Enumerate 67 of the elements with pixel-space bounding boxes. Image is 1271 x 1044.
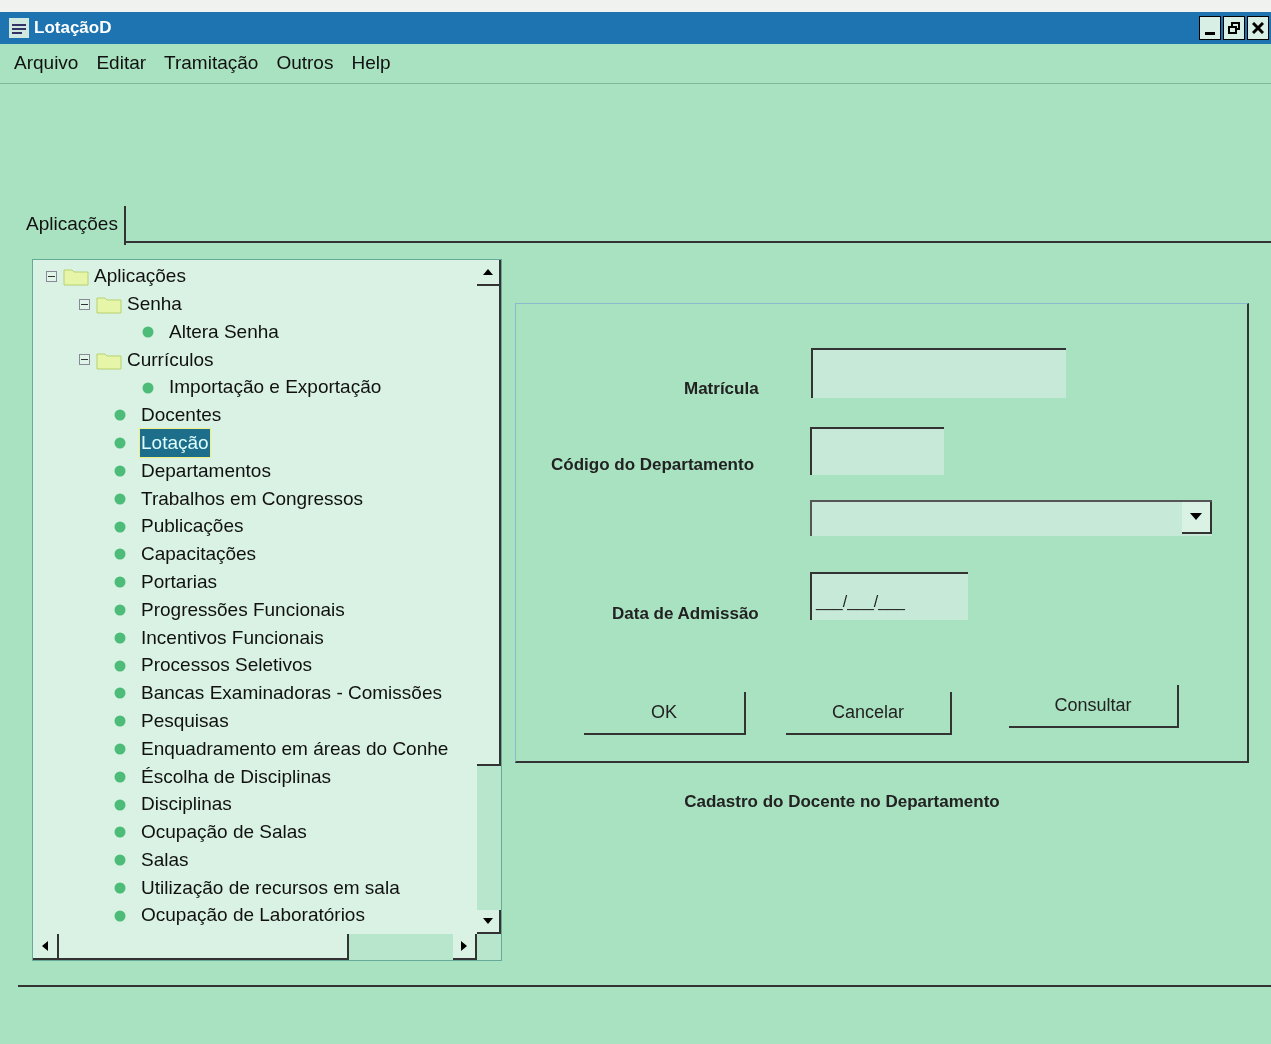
close-button[interactable]	[1247, 16, 1269, 40]
vertical-scrollbar[interactable]	[477, 259, 501, 934]
tree-item[interactable]: Portarias	[140, 567, 219, 597]
tree-item[interactable]: Publicações	[140, 512, 245, 541]
department-dropdown[interactable]	[810, 499, 1212, 536]
folder-icon	[63, 266, 89, 287]
tree-item[interactable]: Ocupação de Laboratórios	[140, 901, 366, 930]
dropdown-arrow-icon	[1190, 513, 1202, 520]
matricula-field[interactable]	[811, 347, 1066, 398]
tree-item[interactable]: Docentes	[140, 401, 223, 430]
field-label: Código do Departamento	[551, 453, 755, 476]
tree-item[interactable]: Progressões Funcionais	[140, 595, 346, 625]
scroll-thumb[interactable]	[59, 933, 349, 960]
menu-item[interactable]: Editar	[90, 49, 153, 78]
collapse-icon[interactable]	[78, 354, 90, 366]
tree-item[interactable]: Senha	[126, 289, 183, 319]
field-label: Matrícula	[684, 377, 759, 400]
right-arrow-icon	[461, 940, 467, 951]
tab[interactable]: Aplicações	[20, 206, 126, 245]
form-caption: Cadastro do Docente no Departamento	[684, 790, 1000, 813]
tree-item[interactable]: Disciplinas	[140, 790, 233, 819]
menu-item[interactable]: Tramitação	[158, 49, 265, 78]
cancel-button[interactable]: Cancelar	[786, 691, 952, 735]
tree-item[interactable]: Capacitações	[140, 540, 258, 569]
tree-item[interactable]: Importação e Exportação	[168, 373, 383, 402]
date-field[interactable]: ___/___/___	[810, 571, 968, 620]
horizontal-scrollbar[interactable]	[33, 933, 501, 960]
menu-item[interactable]: Arquivo	[8, 49, 85, 78]
tree-item[interactable]: Incentivos Funcionais	[140, 623, 325, 652]
tree-item[interactable]: Pesquisas	[140, 706, 230, 736]
scroll-right-button[interactable]	[453, 933, 477, 960]
tree-item[interactable]: Bancas Examinadoras - Comissões	[140, 679, 443, 708]
tree-item[interactable]: Ocupação de Salas	[140, 818, 308, 847]
down-arrow-icon	[483, 917, 493, 924]
menu-item[interactable]: Help	[345, 49, 397, 78]
field-label: Data de Admissão	[612, 602, 759, 625]
tree-item[interactable]: Aplicações	[93, 262, 187, 291]
minimize-icon	[1205, 32, 1215, 35]
tree-item[interactable]: Altera Senha	[168, 317, 280, 347]
tree-item[interactable]: Departamentos	[140, 456, 272, 486]
tree-item[interactable]: Utilização de recursos em sala	[140, 873, 401, 903]
tree-item[interactable]: Processos Seletivos	[140, 651, 314, 680]
close-icon	[1252, 22, 1264, 34]
collapse-icon[interactable]	[78, 298, 90, 310]
scroll-up-button[interactable]	[477, 259, 501, 286]
tree-item[interactable]: Salas	[140, 845, 190, 875]
collapse-icon[interactable]	[45, 270, 57, 282]
up-arrow-icon	[483, 268, 493, 275]
menu-item[interactable]: Outros	[270, 49, 340, 78]
scroll-down-button[interactable]	[477, 909, 501, 934]
ok-button[interactable]: OK	[584, 691, 746, 735]
scroll-left-button[interactable]	[33, 933, 59, 960]
minimize-button[interactable]	[1199, 16, 1221, 40]
tree-item[interactable]: Éscolha de Disciplinas	[140, 762, 333, 791]
left-arrow-icon	[42, 940, 48, 951]
restore-icon	[1228, 22, 1240, 34]
codigo-field[interactable]	[810, 426, 944, 475]
tree-item[interactable]: Trabalhos em Congressos	[140, 484, 365, 514]
window-title: LotaçãoD	[34, 17, 112, 40]
tree-item[interactable]: Lotação	[140, 428, 210, 458]
app-icon	[8, 17, 30, 39]
tree-item[interactable]: Enquadramento em áreas do Conhe	[140, 734, 450, 764]
scroll-thumb[interactable]	[477, 285, 501, 766]
tree-item[interactable]: Currículos	[126, 345, 215, 375]
restore-button[interactable]	[1223, 16, 1245, 40]
folder-icon	[96, 294, 122, 315]
query-button[interactable]: Consultar	[1009, 684, 1179, 728]
